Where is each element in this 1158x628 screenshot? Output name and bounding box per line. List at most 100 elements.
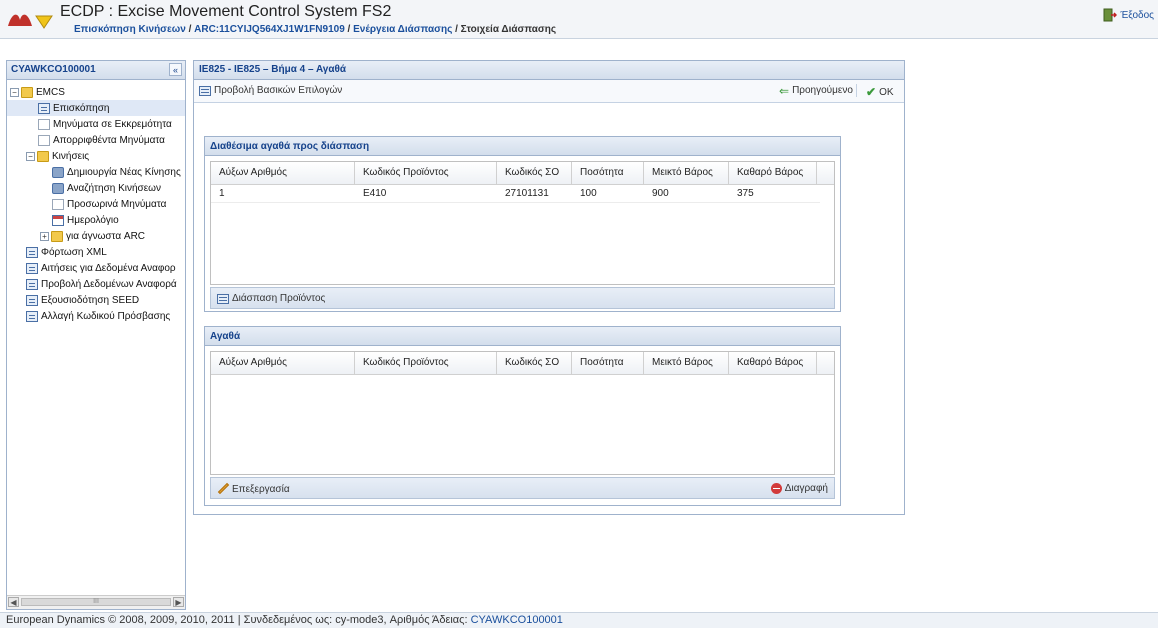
tree-node-pending-messages[interactable]: Μηνύματα σε Εκκρεμότητα (38, 116, 172, 132)
form-icon (26, 262, 38, 274)
tree-node-calendar[interactable]: Ημερολόγιο (52, 212, 119, 228)
column-header[interactable]: Μεικτό Βάρος (644, 352, 729, 374)
column-header[interactable]: Κωδικός Προϊόντος (355, 352, 497, 374)
goods-title: Αγαθά (210, 331, 241, 342)
tree-node-change-password[interactable]: Αλλαγή Κωδικού Πρόσβασης (26, 308, 170, 324)
table-cell: 375 (737, 188, 754, 199)
tree-label: Δημιουργία Νέας Κίνησης (67, 166, 181, 178)
column-header[interactable]: Καθαρό Βάρος (729, 352, 817, 374)
pencil-icon (217, 483, 229, 495)
tree-label: Προβολή Δεδομένων Αναφορά (41, 278, 177, 290)
toolbar-divider (856, 84, 857, 97)
grid-header-row: Αύξων Αριθμός Κωδικός Προϊόντος Κωδικός … (211, 162, 834, 185)
tree-node-overview[interactable]: Επισκόπηση (7, 100, 185, 116)
tree-node-unknown-arc[interactable]: + για άγνωστα ARC (40, 228, 145, 244)
form-icon (26, 310, 38, 322)
tree-node-emcs[interactable]: − EMCS (10, 84, 65, 100)
footer-text: European Dynamics © 2008, 2009, 2010, 20… (6, 614, 563, 626)
previous-button[interactable]: ⇐ Προηγούμενο (779, 83, 853, 98)
collapse-sidebar-button[interactable]: « (169, 63, 182, 76)
folder-open-icon (37, 150, 49, 162)
column-header[interactable]: Κωδικός Προϊόντος (355, 162, 497, 184)
scroll-right-icon[interactable]: ▶ (173, 597, 184, 607)
tree-label: EMCS (36, 86, 65, 98)
tree-label: Αιτήσεις για Δεδομένα Αναφορ (41, 262, 176, 274)
check-icon: ✔ (866, 85, 877, 99)
tree-node-seed-authorization[interactable]: Εξουσιοδότηση SEED (26, 292, 139, 308)
tree-node-new-movement[interactable]: Δημιουργία Νέας Κίνησης (52, 164, 181, 180)
breadcrumb: Επισκόπηση Κινήσεων / ARC:11CYIJQ564XJ1W… (74, 24, 556, 35)
available-goods-title: Διαθέσιμα αγαθά προς διάσπαση (210, 141, 370, 152)
sidebar: CYAWKCO100001 « − EMCS Επισκόπηση Μηνύμα… (6, 60, 186, 610)
tree-node-draft-messages[interactable]: Προσωρινά Μηνύματα (52, 196, 166, 212)
available-goods-header: Διαθέσιμα αγαθά προς διάσπαση (205, 137, 840, 156)
collapse-icon[interactable]: − (26, 151, 35, 161)
breadcrumb-separator: / (455, 24, 458, 35)
tree-label: Προσωρινά Μηνύματα (67, 198, 167, 210)
tree-node-xml-upload[interactable]: Φόρτωση XML (26, 244, 107, 260)
tree-label: Απορριφθέντα Μηνύματα (53, 134, 165, 146)
column-header[interactable]: Καθαρό Βάρος (729, 162, 817, 184)
main-panel: IE825 - IE825 – Βήμα 4 – Αγαθά Προβολή Β… (193, 60, 905, 515)
expand-icon[interactable]: + (40, 231, 49, 241)
split-product-button[interactable]: Διάσπαση Προϊόντος (217, 293, 325, 304)
column-header[interactable]: Ποσότητα (572, 352, 644, 374)
goods-footer: Επεξεργασία Διαγραφή (210, 477, 835, 499)
form-icon (38, 102, 50, 114)
page-footer: European Dynamics © 2008, 2009, 2010, 20… (0, 612, 1158, 628)
sidebar-horizontal-scrollbar[interactable]: ◀ III ▶ (7, 595, 185, 609)
goods-panel: Αγαθά Αύξων Αριθμός Κωδικός Προϊόντος Κω… (204, 326, 841, 506)
breadcrumb-split-action-link[interactable]: Ενέργεια Διάσπασης (353, 24, 452, 35)
previous-label: Προηγούμενο (792, 85, 853, 96)
scrollbar-thumb[interactable]: III (21, 598, 171, 606)
column-header[interactable]: Αύξων Αριθμός (211, 352, 355, 374)
table-cell: 100 (580, 188, 597, 199)
truck-add-icon (52, 166, 64, 178)
exit-label: Έξοδος (1120, 9, 1154, 21)
ok-button[interactable]: ✔ OK (866, 85, 894, 99)
tree-node-movements[interactable]: − Κινήσεις (26, 148, 89, 164)
back-arrow-icon: ⇐ (779, 83, 790, 98)
table-row[interactable]: 1 E410 27101131 100 900 375 (211, 185, 820, 203)
folder-icon (51, 230, 63, 242)
exit-icon (1103, 8, 1118, 22)
column-header[interactable]: Κωδικός ΣΟ (497, 352, 572, 374)
tree-node-rejected-messages[interactable]: Απορριφθέντα Μηνύματα (38, 132, 165, 148)
main-panel-title: IE825 - IE825 – Βήμα 4 – Αγαθά (199, 64, 347, 75)
goods-header: Αγαθά (205, 327, 840, 346)
tree-node-reference-view[interactable]: Προβολή Δεδομένων Αναφορά (26, 276, 177, 292)
delete-icon (770, 483, 782, 494)
exit-button[interactable]: Έξοδος (1103, 8, 1154, 22)
column-header[interactable]: Κωδικός ΣΟ (497, 162, 572, 184)
tree-label: Αλλαγή Κωδικού Πρόσβασης (41, 310, 171, 322)
scroll-left-icon[interactable]: ◀ (8, 597, 19, 607)
app-title: ECDP : Excise Movement Control System FS… (60, 3, 392, 20)
edit-button[interactable]: Επεξεργασία (217, 483, 290, 495)
breadcrumb-current: Στοιχεία Διάσπασης (460, 24, 557, 35)
form-icon (26, 278, 38, 290)
split-product-label: Διάσπαση Προϊόντος (232, 293, 326, 304)
tree-label: Αναζήτηση Κινήσεων (67, 182, 161, 194)
tree-label: Επισκόπηση (53, 102, 110, 114)
table-cell: 27101131 (505, 188, 549, 199)
breadcrumb-arc-link[interactable]: ARC:11CYIJQ564XJ1W1FN9109 (194, 24, 345, 35)
collapse-icon[interactable]: − (10, 87, 19, 97)
breadcrumb-separator: / (347, 24, 351, 35)
column-header[interactable]: Μεικτό Βάρος (644, 162, 729, 184)
tree-node-search-movements[interactable]: Αναζήτηση Κινήσεων (52, 180, 161, 196)
basic-options-button[interactable]: Προβολή Βασικών Επιλογών (199, 85, 342, 96)
tree-label: Μηνύματα σε Εκκρεμότητα (53, 118, 172, 130)
sidebar-title: CYAWKCO100001 (11, 64, 96, 75)
footer-copyright: European Dynamics © 2008, 2009, 2010, 20… (6, 614, 468, 626)
column-header[interactable]: Αύξων Αριθμός (211, 162, 355, 184)
page-icon (38, 118, 50, 130)
tree-node-reference-requests[interactable]: Αιτήσεις για Δεδομένα Αναφορ (26, 260, 176, 276)
delete-button[interactable]: Διαγραφή (770, 483, 828, 494)
footer-license-number: CYAWKCO100001 (470, 614, 563, 626)
main-toolbar: Προβολή Βασικών Επιλογών ⇐ Προηγούμενο ✔… (194, 80, 904, 103)
table-cell: 1 (219, 188, 225, 199)
column-header[interactable]: Ποσότητα (572, 162, 644, 184)
navigation-tree: − EMCS Επισκόπηση Μηνύματα σε Εκκρεμότητ… (7, 81, 185, 597)
breadcrumb-overview-link[interactable]: Επισκόπηση Κινήσεων (74, 24, 186, 35)
table-cell: 900 (652, 188, 669, 199)
